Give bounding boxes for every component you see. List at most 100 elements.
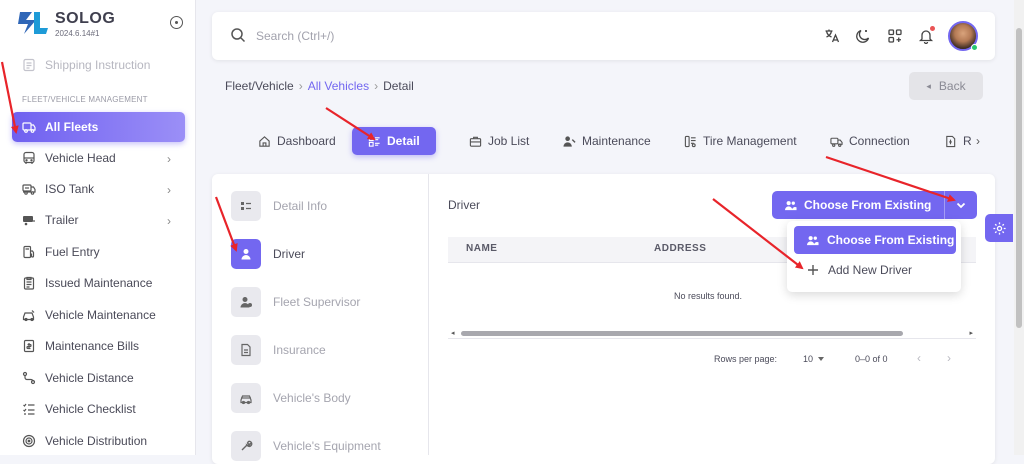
users-icon <box>784 199 797 212</box>
sidebar-item-label: ISO Tank <box>45 182 95 196</box>
app-logo[interactable] <box>16 8 50 38</box>
sidebar-item-label: Issued Maintenance <box>45 276 153 290</box>
chevron-left-icon: ◂ <box>926 80 931 91</box>
tab-r[interactable]: R <box>944 127 972 155</box>
chevron-right-icon[interactable]: › <box>976 134 980 148</box>
sidebar: SOLOG 2024.6.14#1 Shipping Instruction F… <box>0 0 196 455</box>
sidebar-item-vehicle-distribution[interactable]: Vehicle Distribution <box>12 426 185 456</box>
route-icon <box>22 371 36 385</box>
sidebar-item-label: Vehicle Distribution <box>45 434 148 448</box>
sidebar-item-vehicle-distance[interactable]: Vehicle Distance <box>12 363 185 393</box>
checklist-icon <box>22 402 36 416</box>
sidebar-item-label: Vehicle Distance <box>45 371 134 385</box>
driver-panel-title: Driver <box>448 198 480 212</box>
detail-menu-fleet-supervisor[interactable]: Fleet Supervisor <box>231 287 360 317</box>
prev-page-icon[interactable]: ‹ <box>917 351 921 365</box>
detail-menu-insurance[interactable]: Insurance <box>231 335 326 365</box>
detail-menu-detail-info[interactable]: Detail Info <box>231 191 327 221</box>
sidebar-item-fuel-entry[interactable]: Fuel Entry <box>12 237 185 267</box>
breadcrumb-detail: Detail <box>383 79 414 93</box>
search-input[interactable]: Search (Ctrl+/) <box>256 29 334 43</box>
search-icon[interactable] <box>230 27 246 48</box>
sidebar-item-shipping-instruction[interactable]: Shipping Instruction <box>22 58 150 72</box>
tab-label: Tire Management <box>703 134 797 148</box>
detail-menu-vehicles-equipment[interactable]: Vehicle's Equipment <box>231 431 381 461</box>
document-icon <box>22 58 36 72</box>
tab-label: Dashboard <box>277 134 336 148</box>
sidebar-item-label: Fuel Entry <box>45 245 100 259</box>
truck-icon <box>22 120 36 134</box>
tire-icon <box>684 135 697 148</box>
sidebar-item-trailer[interactable]: Trailer › <box>12 205 185 235</box>
caret-down-icon[interactable] <box>818 357 824 361</box>
tab-dashboard[interactable]: Dashboard <box>258 127 336 155</box>
plus-icon <box>807 264 819 276</box>
divider <box>428 174 429 455</box>
breadcrumb-separator: › <box>298 79 303 93</box>
sidebar-item-label: Trailer <box>45 213 79 227</box>
column-header-address[interactable]: ADDRESS <box>654 243 706 254</box>
menu-item-label: Choose From Existing <box>827 233 955 247</box>
apps-grid-icon[interactable] <box>885 26 905 46</box>
sidebar-section-title: FLEET/VEHICLE MANAGEMENT <box>22 95 148 104</box>
tab-label: Job List <box>488 134 530 148</box>
sidebar-item-label: Vehicle Checklist <box>45 402 136 416</box>
page-scrollbar[interactable] <box>1014 0 1024 455</box>
tab-job-list[interactable]: Job List <box>469 127 529 155</box>
sidebar-item-issued-maintenance[interactable]: Issued Maintenance <box>12 268 185 298</box>
sidebar-item-label: Vehicle Head <box>45 151 116 165</box>
fuel-icon <box>22 245 36 259</box>
detail-menu-driver[interactable]: Driver <box>231 239 305 269</box>
horizontal-scrollbar[interactable]: ◂ ▸ <box>448 329 976 338</box>
sidebar-item-vehicle-checklist[interactable]: Vehicle Checklist <box>12 394 185 424</box>
detail-menu-label: Fleet Supervisor <box>273 295 361 309</box>
distribution-icon <box>22 434 36 448</box>
sidebar-item-all-fleets[interactable]: All Fleets <box>12 112 185 142</box>
tab-connection[interactable]: Connection <box>830 127 910 155</box>
chevron-right-icon: › <box>167 214 171 228</box>
sidebar-item-label: Vehicle Maintenance <box>45 308 156 322</box>
sidebar-item-vehicle-maintenance[interactable]: Vehicle Maintenance <box>12 300 185 330</box>
sidebar-item-maintenance-bills[interactable]: Maintenance Bills <box>12 331 185 361</box>
scroll-left-icon[interactable]: ◂ <box>451 329 455 337</box>
breadcrumb-all-vehicles[interactable]: All Vehicles <box>308 79 369 93</box>
sidebar-item-iso-tank[interactable]: ISO Tank › <box>12 174 185 204</box>
tab-detail[interactable]: Detail <box>352 127 436 155</box>
menu-item-add-new-driver[interactable]: Add New Driver <box>807 263 912 277</box>
breadcrumb-separator: › <box>374 79 379 93</box>
chevron-down-icon[interactable] <box>955 199 967 214</box>
chevron-right-icon: › <box>167 183 171 197</box>
tab-tire-management[interactable]: Tire Management <box>684 127 797 155</box>
sidebar-toggle-icon[interactable] <box>170 16 183 29</box>
sidebar-item-label: Maintenance Bills <box>45 339 140 353</box>
list-details-icon <box>368 135 381 148</box>
app-version: 2024.6.14#1 <box>55 29 100 38</box>
translate-icon[interactable] <box>822 26 842 46</box>
empty-state-text: No results found. <box>674 291 743 301</box>
receipt-icon <box>944 135 957 148</box>
bill-icon <box>22 339 36 353</box>
menu-item-choose-from-existing[interactable]: Choose From Existing <box>794 226 956 254</box>
tab-maintenance[interactable]: Maintenance <box>563 127 651 155</box>
moon-icon[interactable] <box>853 26 873 46</box>
scrollbar-thumb[interactable] <box>1016 28 1022 328</box>
column-header-name[interactable]: NAME <box>466 243 497 254</box>
scrollbar-thumb[interactable] <box>461 331 903 336</box>
tab-label: Detail <box>387 134 420 148</box>
scroll-right-icon[interactable]: ▸ <box>969 329 973 337</box>
choose-button-label: Choose From Existing <box>804 198 932 212</box>
tank-truck-icon <box>22 182 36 196</box>
app-name: SOLOG <box>55 10 116 27</box>
detail-menu-label: Vehicle's Equipment <box>273 439 381 453</box>
user-wrench-icon <box>563 135 576 148</box>
back-button[interactable]: ◂ Back <box>909 72 983 100</box>
users-icon <box>806 234 819 247</box>
sidebar-item-vehicle-head[interactable]: Vehicle Head › <box>12 143 185 173</box>
detail-menu-vehicles-body[interactable]: Vehicle's Body <box>231 383 351 413</box>
user-icon <box>231 239 261 269</box>
next-page-icon[interactable]: › <box>947 351 951 365</box>
rows-per-page-select[interactable]: 10 <box>803 354 813 364</box>
settings-customizer-button[interactable] <box>985 214 1013 242</box>
trailer-icon <box>22 213 36 227</box>
choose-from-existing-button[interactable]: Choose From Existing <box>772 191 977 219</box>
